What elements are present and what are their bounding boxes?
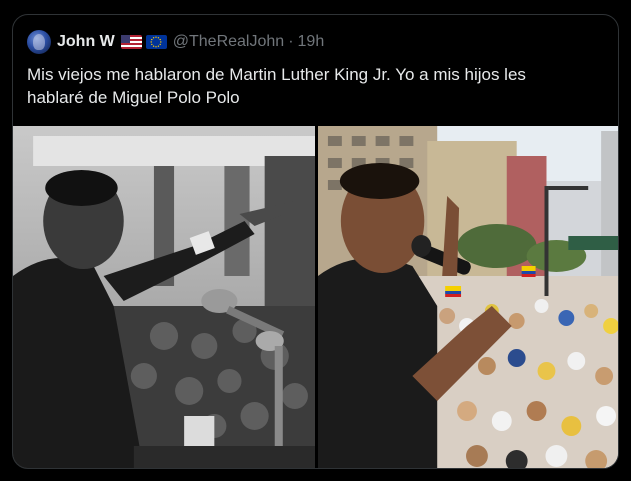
- tweet-header: John W @TheRealJohn · 19h: [27, 29, 324, 55]
- tweet-text: Mis viejos me hablaron de Martin Luther …: [27, 65, 526, 107]
- eu-flag-icon: [145, 35, 167, 49]
- tweet-media[interactable]: [13, 126, 618, 468]
- author-name[interactable]: John W: [57, 33, 115, 51]
- author-handle[interactable]: @TheRealJohn: [173, 33, 284, 51]
- color-rally-speaker-photo[interactable]: [318, 126, 618, 468]
- avatar[interactable]: [27, 30, 51, 54]
- separator-dot: ·: [288, 33, 294, 50]
- us-flag-icon: [120, 35, 142, 49]
- timestamp[interactable]: 19h: [298, 33, 325, 51]
- black-and-white-speaker-photo[interactable]: [13, 126, 315, 468]
- tweet-card[interactable]: John W @TheRealJohn · 19h Mis viejos me …: [12, 14, 619, 469]
